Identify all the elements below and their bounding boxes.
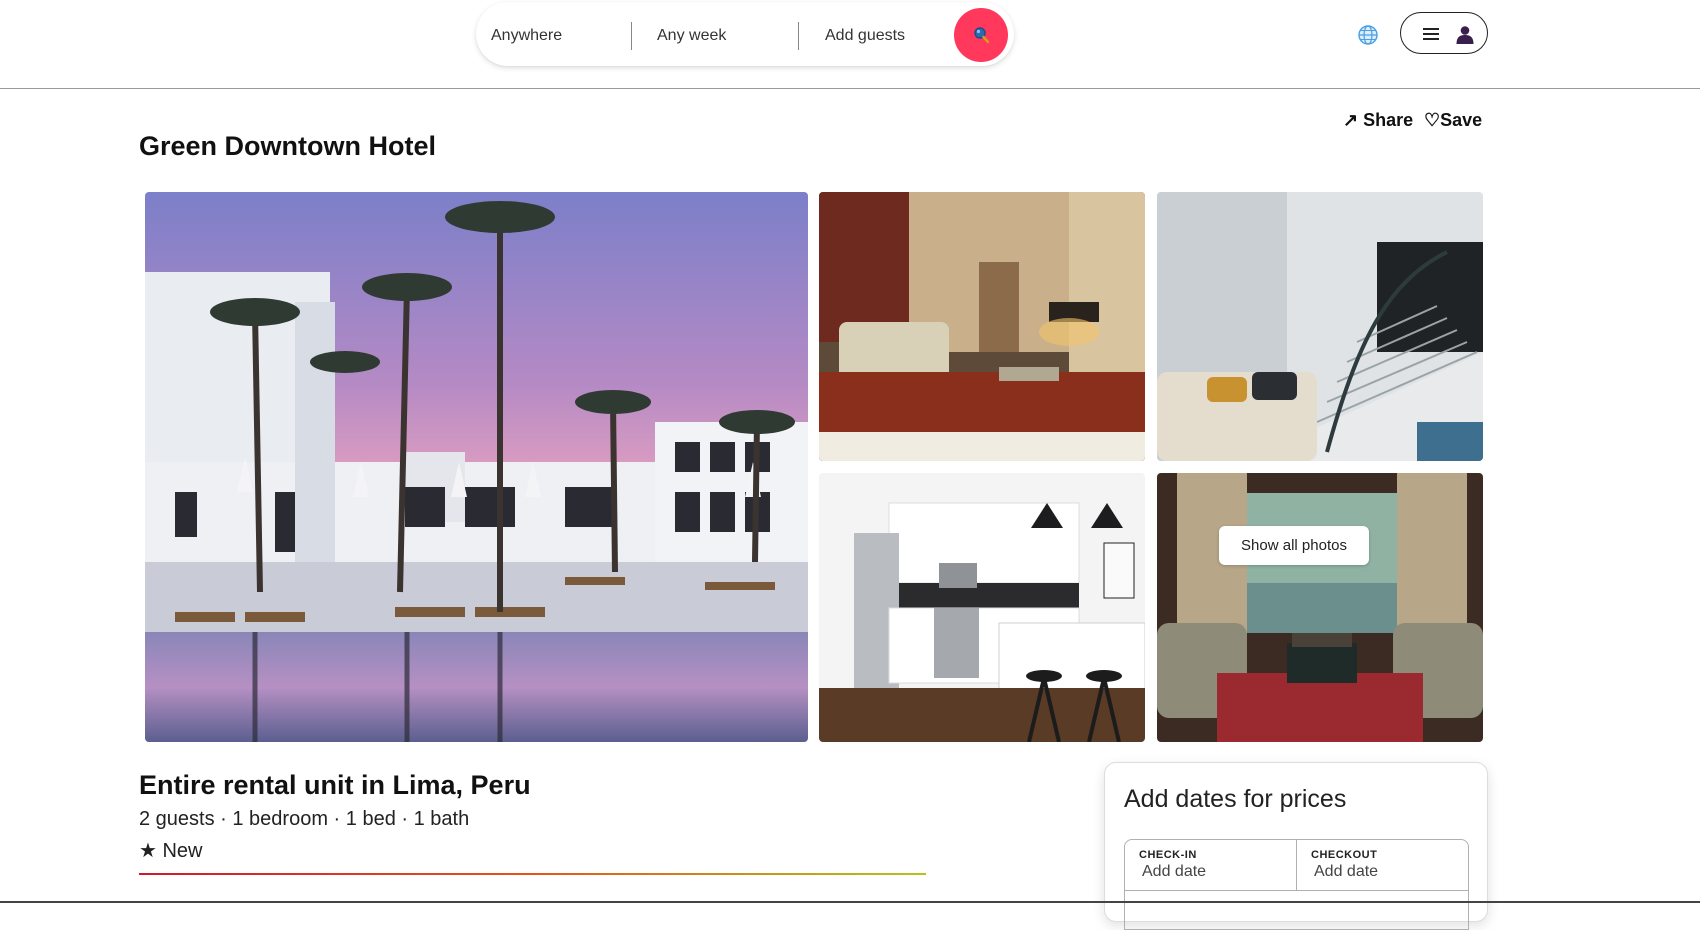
save-label: Save	[1440, 110, 1483, 130]
search-dates[interactable]: Any week	[657, 2, 726, 66]
show-all-photos-button[interactable]: Show all photos	[1219, 526, 1369, 565]
user-menu-button[interactable]	[1400, 12, 1488, 54]
checkout-value: Add date	[1314, 863, 1379, 880]
section-divider	[139, 873, 926, 875]
search-icon	[974, 27, 990, 44]
search-divider	[798, 22, 799, 50]
globe-icon[interactable]	[1357, 24, 1379, 46]
search-button[interactable]	[954, 8, 1008, 62]
staircase-photo[interactable]	[1157, 192, 1483, 461]
user-avatar-icon	[1456, 26, 1474, 44]
guests-field[interactable]	[1124, 890, 1469, 930]
booking-card: Add dates for prices CHECK-IN Add date C…	[1104, 762, 1488, 930]
arrow-up-right-icon: ↗	[1343, 110, 1364, 130]
living-room-photo[interactable]: Show all photos	[1157, 473, 1483, 742]
checkout-field[interactable]: CHECKOUT Add date	[1296, 839, 1469, 891]
listing-facts: 2 guests · 1 bedroom · 1 bed · 1 bath	[139, 808, 470, 830]
checkin-value: Add date	[1142, 863, 1207, 880]
save-button[interactable]: ♡Save	[1424, 110, 1482, 131]
checkin-label: CHECK-IN	[1139, 849, 1197, 861]
search-location[interactable]: Anywhere	[491, 2, 562, 66]
booking-heading: Add dates for prices	[1124, 785, 1347, 813]
hamburger-icon	[1423, 28, 1439, 40]
bedroom-photo[interactable]	[819, 192, 1145, 461]
rating-badge: ★ New	[139, 840, 203, 862]
checkin-field[interactable]: CHECK-IN Add date	[1124, 839, 1297, 891]
search-bar[interactable]: Anywhere Any week Add guests	[476, 2, 1014, 66]
heart-icon: ♡	[1424, 110, 1441, 130]
share-label: Share	[1363, 110, 1414, 130]
share-button[interactable]: ↗ Share	[1343, 110, 1413, 131]
kitchen-photo[interactable]	[819, 473, 1145, 742]
search-divider	[631, 22, 632, 50]
top-nav: Anywhere Any week Add guests	[0, 0, 1700, 89]
search-guests[interactable]: Add guests	[825, 2, 905, 66]
checkout-label: CHECKOUT	[1311, 849, 1378, 861]
listing-subtitle: Entire rental unit in Lima, Peru	[139, 770, 531, 800]
main-photo[interactable]	[145, 192, 808, 742]
page-title: Green Downtown Hotel	[139, 131, 436, 161]
